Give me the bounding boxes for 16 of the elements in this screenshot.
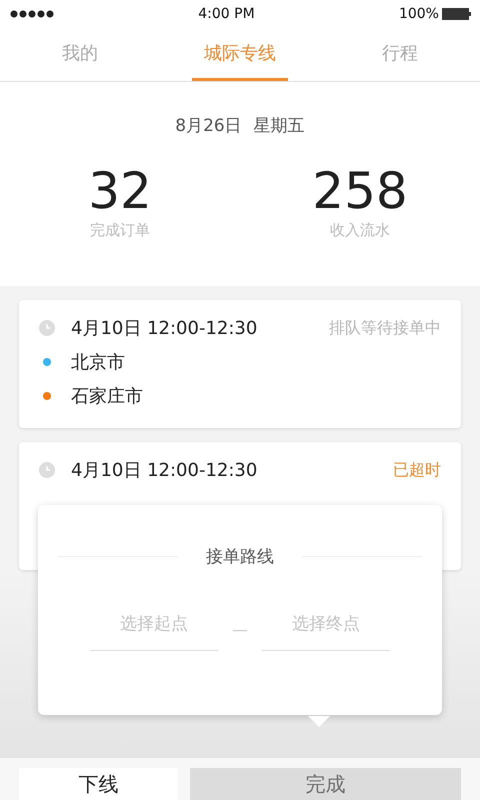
- stat-value: 32: [88, 161, 152, 221]
- popup-title: 接单路线: [206, 546, 274, 568]
- date: 8月26日: [175, 115, 242, 137]
- stat-value: 258: [312, 161, 408, 221]
- dash: —: [232, 620, 248, 639]
- city-name: 石家庄市: [71, 385, 143, 408]
- order-time: 4月10日 12:00-12:30: [71, 317, 258, 340]
- order-status: 已超时: [393, 460, 441, 480]
- city-name: 北京市: [71, 351, 125, 374]
- clock-time: 4:00 PM: [198, 6, 255, 22]
- order-time: 4月10日 12:00-12:30: [71, 459, 258, 482]
- stat-label: 完成订单: [90, 221, 150, 240]
- stat-label: 收入流水: [330, 221, 390, 240]
- order-status: 排队等待接单中: [329, 318, 441, 338]
- weekday: 星期五: [254, 115, 305, 137]
- battery-percent: 100%: [398, 6, 439, 22]
